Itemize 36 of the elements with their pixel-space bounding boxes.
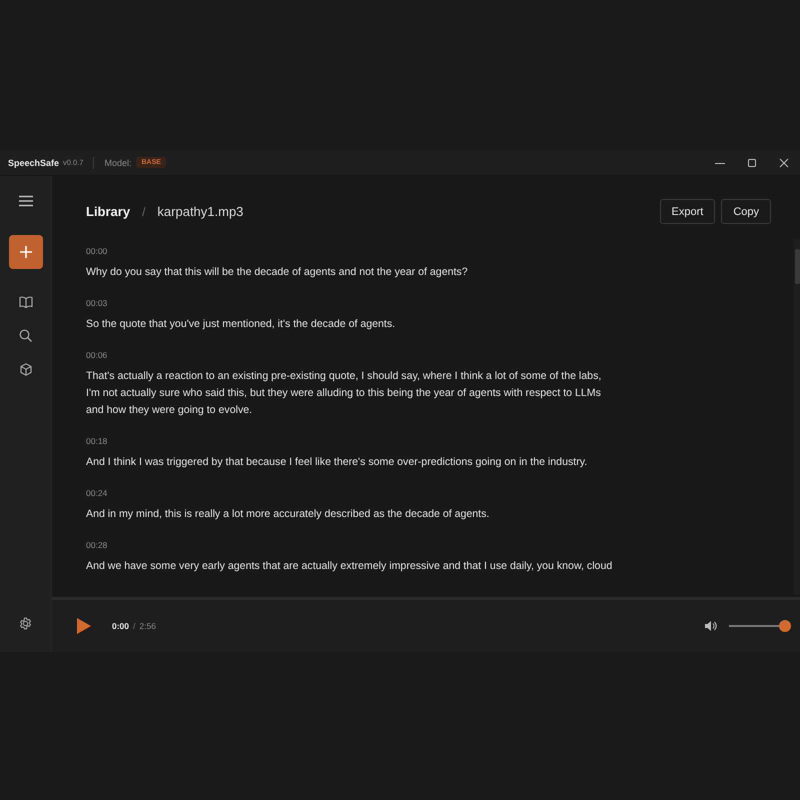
time-separator: / <box>133 621 136 631</box>
timestamp[interactable]: 00:18 <box>86 436 771 446</box>
model-label: Model: <box>104 158 132 168</box>
plus-icon <box>20 246 32 258</box>
add-button[interactable] <box>8 235 42 269</box>
timestamp[interactable]: 00:03 <box>86 298 771 308</box>
breadcrumb-separator: / <box>142 204 146 218</box>
play-icon <box>76 617 92 635</box>
cube-icon[interactable] <box>20 363 32 376</box>
volume-icon[interactable] <box>705 621 717 631</box>
timestamp[interactable]: 00:06 <box>86 350 771 360</box>
transcript-text: And we have some very early agents that are actually extremely impressive and that I use daily, you know, cloud <box>86 559 614 574</box>
transcript-text: That's actually a reaction to an existing pre-existing quote, I should say, where I think a lot of some of the labs, I'm not actually sure who said this, but they were alluding to this being the year of agents with respect to LLMs and how they were going to evolve. <box>86 369 602 418</box>
play-button[interactable] <box>76 617 92 635</box>
timestamp[interactable]: 00:28 <box>86 540 771 550</box>
app-name: SpeechSafe <box>8 158 60 168</box>
settings-icon[interactable] <box>19 617 32 630</box>
timestamp[interactable]: 00:00 <box>86 246 771 256</box>
transcript-text: And in my mind, this is really a lot more accurately described as the decade of agents. <box>86 507 490 522</box>
menu-icon[interactable] <box>18 195 32 207</box>
transcript-text: So the quote that you've just mentioned, it's the decade of agents. <box>86 317 396 332</box>
transcript-text: Why do you say that this will be the decade of agents and not the year of agents? <box>86 265 469 280</box>
volume-slider[interactable] <box>729 620 791 632</box>
slider-thumb[interactable] <box>779 620 791 632</box>
action-button[interactable]: Copy <box>721 199 771 224</box>
breadcrumb-link[interactable]: Library <box>86 204 130 219</box>
maximize-icon <box>747 158 757 168</box>
close-icon <box>779 158 789 168</box>
duration: 2:56 <box>139 621 156 631</box>
current-time: 0:00 <box>112 621 130 631</box>
action-button[interactable]: Export <box>660 199 716 224</box>
file-name: karpathy1.mp3 <box>157 204 244 219</box>
book-icon[interactable] <box>18 296 32 308</box>
search-icon[interactable] <box>19 329 32 342</box>
timestamp[interactable]: 00:24 <box>86 488 771 498</box>
transcript-text: And I think I was triggered by that because I feel like there's some over-predictions going on in the industry. <box>86 455 588 470</box>
